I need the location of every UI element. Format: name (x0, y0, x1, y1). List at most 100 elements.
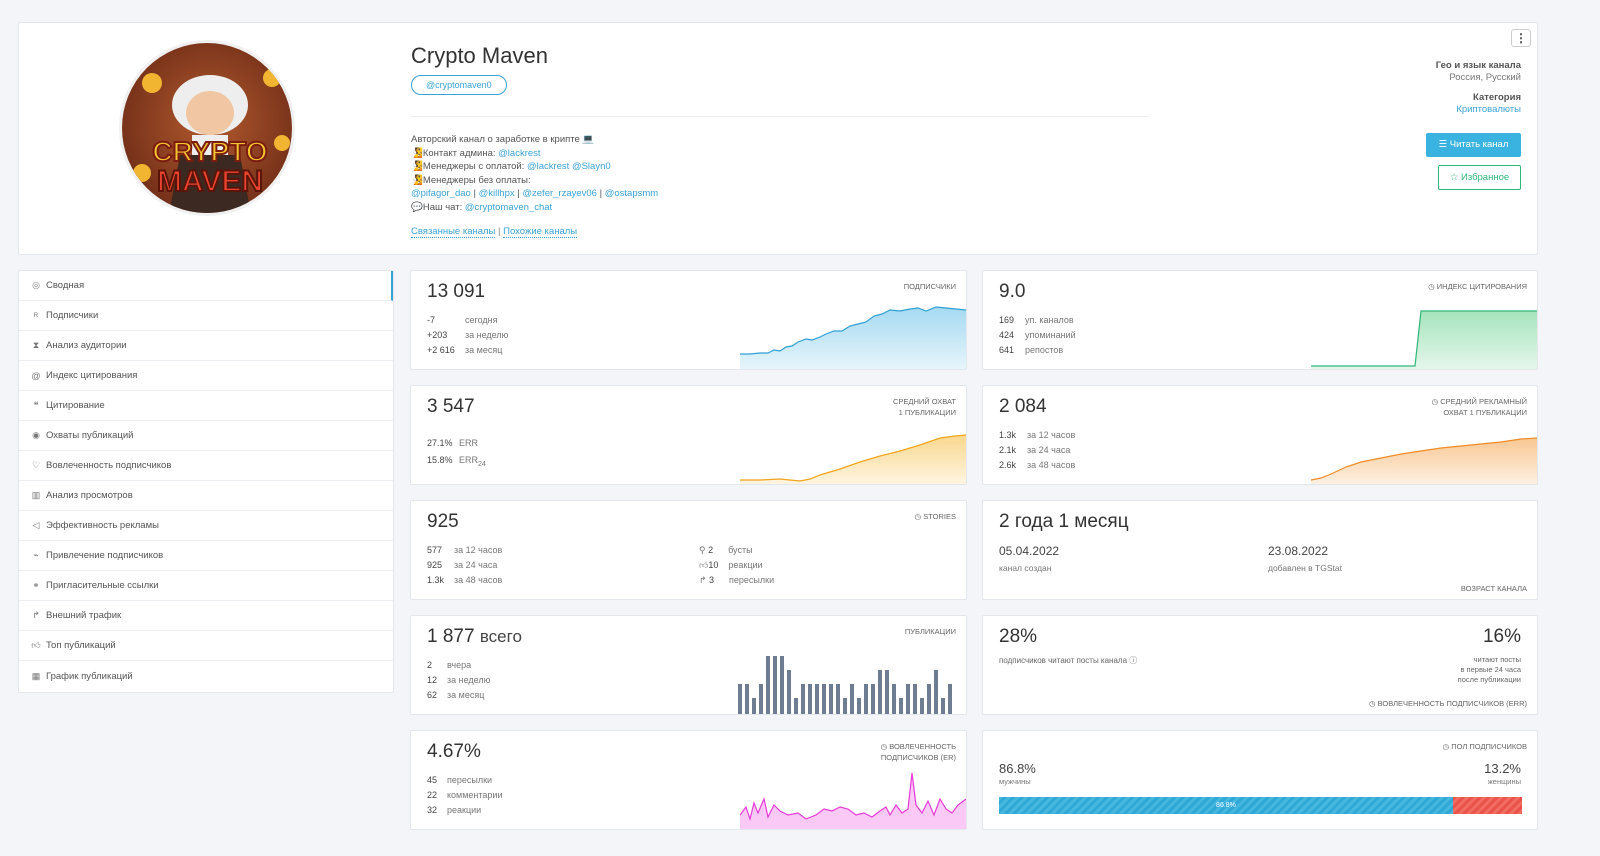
publication-bar (822, 684, 826, 714)
paid-manager-link[interactable]: @lackrest (527, 161, 569, 172)
ad-reach-card[interactable]: 2 084 ◷ СРЕДНИЙ РЕКЛАМНЫЙ ОХВАТ 1 ПУБЛИКА… (982, 385, 1538, 485)
sidebar-item-external[interactable]: ↱ Внешний трафик (19, 601, 393, 631)
hourglass-icon: ⧗ (32, 340, 40, 350)
publication-bar (780, 656, 784, 714)
publication-bar (794, 698, 798, 714)
reactions-count: 10 (708, 560, 719, 570)
err24-text-line: после публикации (1457, 675, 1521, 684)
ad-reach-12h: 1.3k (999, 430, 1017, 440)
avg-reach-value: 3 547 (427, 396, 475, 417)
channel-handle-link[interactable]: @cryptomaven0 (411, 75, 507, 95)
sidebar-item-citations[interactable]: ❝ Цитирование (19, 391, 393, 421)
citation-index-sparkline (1311, 310, 1537, 369)
trend-icon: ⌁ (33, 550, 39, 560)
contact-link[interactable]: @lackrest (498, 148, 540, 159)
change-today: -7 (427, 315, 436, 325)
category-link[interactable]: Криптовалюты (1456, 104, 1521, 115)
external-icon: ↱ (32, 610, 40, 620)
sidebar-item-engagement[interactable]: ♡ Вовлеченность подписчиков (19, 451, 393, 481)
publications-value: 1 877 (427, 626, 475, 647)
er-stats: 45 пересылки 22 комментарии 32 реакции (427, 773, 502, 818)
publications-card[interactable]: 1 877 всего ПУБЛИКАЦИИ 2 вчера 12 за недел… (410, 615, 967, 715)
avg-reach-header: СРЕДНИЙ ОХВАТ 1 ПУБЛИКАЦИИ (893, 396, 956, 418)
mentioning-channels: 169 (999, 315, 1015, 325)
more-menu-icon[interactable]: ⋮ (1511, 29, 1531, 47)
sidebar-item-acquisition[interactable]: ⌁ Привлечение подписчиков (19, 541, 393, 571)
er-comments: 22 (427, 790, 438, 800)
publication-bar (871, 684, 875, 714)
favorite-button[interactable]: ☆ Избранное (1438, 165, 1521, 190)
publication-bar (787, 670, 791, 714)
chat-link[interactable]: @cryptomaven_chat (465, 202, 552, 213)
stories-views: 577 за 12 часов 925 за 24 часа 1.3k за 48 ч… (427, 543, 502, 588)
citation-index-header: ◷ ИНДЕКС ЦИТИРОВАНИЯ (1428, 281, 1527, 292)
publication-bar (892, 684, 896, 714)
geo-value: Россия, Русский (1449, 72, 1521, 83)
read-channel-button[interactable]: ☰ Читать канал (1426, 133, 1521, 157)
publication-bar (843, 698, 847, 714)
sidebar-item-audience[interactable]: ⧗ Анализ аудитории (19, 331, 393, 361)
sidebar-item-label: График публикаций (46, 670, 133, 682)
publication-bar (808, 684, 812, 714)
avatar-text-maven: MAVEN (157, 165, 263, 198)
free-manager-link[interactable]: @pifagor_dao (411, 188, 471, 199)
gender-card[interactable]: ◷ ПОЛ ПОДПИСЧИКОВ 86.8% мужчины 13.2% же… (982, 730, 1538, 830)
stat-label: за 12 часов (1027, 430, 1076, 440)
related-channels-link[interactable]: Связанные каналы (411, 226, 496, 238)
engagement-err-card[interactable]: 28% подписчиков читают посты канала ⓘ 16… (982, 615, 1538, 715)
ad-reach-value: 2 084 (999, 396, 1047, 417)
err24-label: ERR (459, 455, 479, 465)
favorite-label: Избранное (1461, 172, 1510, 183)
boosts-count: 2 (708, 545, 714, 555)
sidebar-item-schedule[interactable]: ▦ График публикаций (19, 661, 393, 691)
info-icon: ◷ (880, 742, 890, 751)
sidebar-item-label: Охваты публикаций (46, 430, 134, 441)
created-date: 05.04.2022 (999, 544, 1060, 558)
er-card[interactable]: 4.67% ◷ ВОВЛЕЧЕННОСТЬ ПОДПИСЧИКОВ (ER) 45… (410, 730, 967, 830)
boost-icon: ⚲ (699, 545, 709, 555)
shares-count: 3 (709, 575, 715, 585)
similar-channels-link[interactable]: Похожие каналы (503, 226, 578, 238)
sidebar-item-summary[interactable]: ◎ Сводная (19, 271, 393, 301)
channel-header: CRYPTO MAVEN Crypto Maven @cryptomaven0 … (18, 22, 1538, 255)
sidebar-item-ads[interactable]: ◁ Эффективность рекламы (19, 511, 393, 541)
stat-label: за 24 часа (1027, 445, 1071, 455)
divider (411, 116, 1148, 117)
free-managers-label: 🧏Менеджеры без оплаты: (411, 174, 531, 186)
free-manager-link[interactable]: @zefer_rzayev06 (522, 188, 597, 199)
sidebar-item-label: Цитирование (46, 400, 105, 411)
sidebar-item-label: Внешний трафик (46, 610, 122, 621)
change-month: +2 616 (427, 345, 455, 355)
stories-card[interactable]: 925 ◷ STORIES 577 за 12 часов 925 за 24 ча… (410, 500, 967, 600)
stat-label: пересылки (447, 775, 493, 785)
ad-reach-header: ◷ СРЕДНИЙ РЕКЛАМНЫЙ ОХВАТ 1 ПУБЛИКАЦИИ (1432, 396, 1527, 418)
citation-index-card[interactable]: 9.0 ◷ ИНДЕКС ЦИТИРОВАНИЯ 169 уп. каналов … (982, 270, 1538, 370)
info-icon: ◷ (1428, 282, 1437, 291)
subscribers-value: 13 091 (427, 281, 486, 302)
avg-reach-card[interactable]: 3 547 СРЕДНИЙ ОХВАТ 1 ПУБЛИКАЦИИ 27.1% ERR… (410, 385, 967, 485)
subscribers-card[interactable]: 13 091 ПОДПИСЧИКИ -7 сегодня +203 за недел… (410, 270, 967, 370)
added-label: добавлен в TGStat (1268, 563, 1342, 573)
stat-label: комментарии (447, 790, 503, 800)
free-manager-link[interactable]: @killhpx (479, 188, 515, 199)
sidebar-item-subscribers[interactable]: ᴿ Подписчики (19, 301, 393, 331)
sidebar-item-label: Анализ аудитории (46, 340, 127, 351)
female-value: 13.2% (1484, 761, 1521, 776)
publication-bar (766, 656, 770, 714)
sidebar-item-reach[interactable]: ◉ Охваты публикаций (19, 421, 393, 451)
sidebar-item-top-posts[interactable]: 👍︎ Топ публикаций (19, 631, 393, 661)
stat-label: репостов (1025, 345, 1064, 355)
category-block: Категория Криптовалюты (1456, 92, 1521, 116)
paid-manager-link[interactable]: @Slayn0 (572, 161, 611, 172)
avg-reach-sparkline (740, 434, 966, 484)
channel-age-label: ВОЗРАСТ КАНАЛА (1460, 584, 1527, 593)
subscribers-label: ПОДПИСЧИКИ (903, 282, 956, 291)
err24-readers-text: читают посты в первые 24 часа после публ… (1458, 655, 1521, 685)
sidebar-item-views[interactable]: ▥ Анализ просмотров (19, 481, 393, 511)
sidebar-item-invite-links[interactable]: ⚭ Пригласительные ссылки (19, 571, 393, 601)
free-manager-link[interactable]: @ostapsmm (605, 188, 658, 199)
change-label: за месяц (465, 345, 503, 355)
thumbs-up-icon: 👍︎ (31, 640, 41, 650)
sidebar-item-citation-index[interactable]: @ Индекс цитирования (19, 361, 393, 391)
publication-bar (913, 684, 917, 714)
